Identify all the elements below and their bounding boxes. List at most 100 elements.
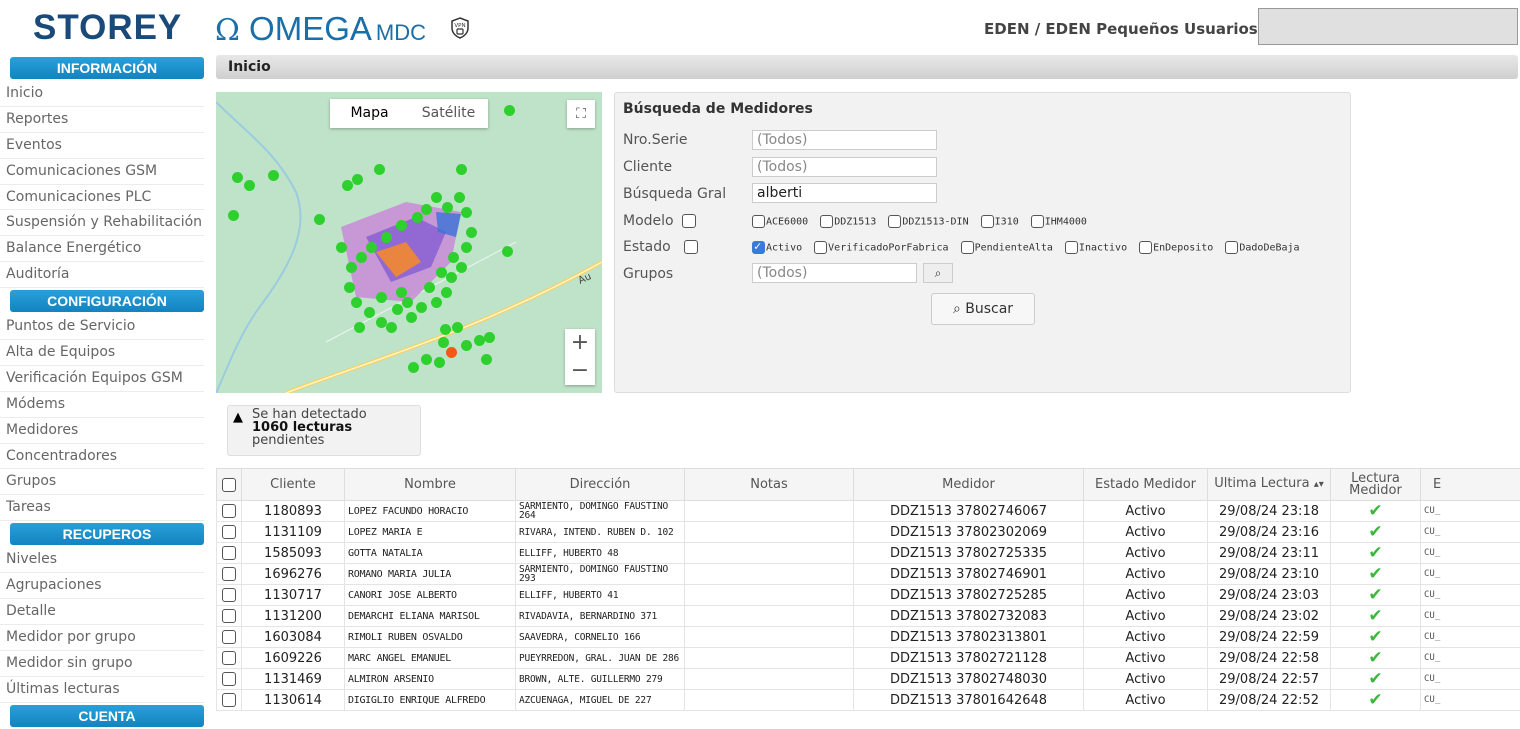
state-option[interactable]: DadoDeBaja [1225,241,1299,254]
state-checkbox[interactable] [1225,241,1238,254]
map-marker[interactable] [442,202,453,213]
col-notas[interactable]: Notas [685,469,854,501]
sidebar-item-reportes[interactable]: Reportes [0,107,204,133]
map-marker[interactable] [346,262,357,273]
sidebar-item-medidores[interactable]: Medidores [0,418,204,444]
map-marker[interactable] [364,307,375,318]
sidebar-item-puntos-servicio[interactable]: Puntos de Servicio [0,314,204,340]
row-checkbox[interactable] [222,609,236,623]
map-marker[interactable] [376,292,387,303]
table-row[interactable]: 1609226MARC ANGEL EMANUELPUEYRREDON, GRA… [217,648,1520,669]
user-box[interactable] [1258,8,1518,45]
tab-mapa[interactable]: Mapa [330,99,409,128]
tab-satelite[interactable]: Satélite [409,99,488,128]
meter-map[interactable]: Au Mapa Satélite ⛶ + − [216,92,602,393]
map-marker[interactable] [481,354,492,365]
sidebar-item-niveles[interactable]: Niveles [0,547,204,573]
cell-medidor[interactable]: DDZ1513 37802302069 [854,522,1084,543]
cell-medidor[interactable]: DDZ1513 37802746901 [854,564,1084,585]
groups-search-icon[interactable]: ⌕ [923,263,953,283]
map-marker[interactable] [440,324,451,335]
sidebar-item-grupos[interactable]: Grupos [0,469,204,495]
map-marker[interactable] [228,210,239,221]
map-marker[interactable] [336,242,347,253]
col-direccion[interactable]: Dirección [516,469,685,501]
model-option[interactable]: DDZ1513-DIN [888,215,968,228]
map-marker[interactable] [461,340,472,351]
sidebar-item-tareas[interactable]: Tareas [0,495,204,521]
table-row[interactable]: 1131109LOPEZ MARIA ERIVARA, INTEND. RUBE… [217,522,1520,543]
map-marker[interactable] [366,242,377,253]
state-option[interactable]: VerificadoPorFabrica [814,241,948,254]
map-marker[interactable] [356,252,367,263]
state-checkbox[interactable] [1065,241,1078,254]
cell-medidor[interactable]: DDZ1513 37802721128 [854,648,1084,669]
row-checkbox[interactable] [222,525,236,539]
model-checkbox[interactable] [820,215,833,228]
table-row[interactable]: 1130614DIGIGLIO ENRIQUE ALFREDOAZCUENAGA… [217,690,1520,711]
client-input[interactable]: (Todos) [752,157,937,177]
sidebar-item-comunicaciones-plc[interactable]: Comunicaciones PLC [0,185,204,211]
col-estado-medidor[interactable]: Estado Medidor [1084,469,1208,501]
general-search-input[interactable]: alberti [752,183,937,203]
col-ultima-lectura[interactable]: Ultima Lectura ▴▾ [1208,469,1331,501]
map-marker[interactable] [461,207,472,218]
map-marker[interactable] [232,172,243,183]
row-checkbox[interactable] [222,546,236,560]
row-checkbox[interactable] [222,693,236,707]
model-option[interactable]: IHM4000 [1031,215,1087,228]
serial-input[interactable]: (Todos) [752,130,937,150]
map-marker[interactable] [446,347,457,358]
row-checkbox[interactable] [222,651,236,665]
sidebar-item-suspension[interactable]: Suspensión y Rehabilitación [0,210,204,236]
map-marker[interactable] [431,297,442,308]
state-all-checkbox[interactable] [684,240,698,254]
map-marker[interactable] [351,297,362,308]
cell-medidor[interactable]: DDZ1513 37802725285 [854,585,1084,606]
map-marker[interactable] [408,362,419,373]
table-row[interactable]: 1180893LOPEZ FACUNDO HORACIOSARMIENTO, D… [217,501,1520,522]
model-checkbox[interactable] [981,215,994,228]
map-marker[interactable] [406,312,417,323]
map-marker[interactable] [431,192,442,203]
map-marker[interactable] [396,220,407,231]
vpn-shield-icon[interactable]: VPN [450,17,470,39]
map-marker[interactable] [392,304,403,315]
row-checkbox[interactable] [222,630,236,644]
sidebar-item-eventos[interactable]: Eventos [0,133,204,159]
map-marker[interactable] [424,282,435,293]
search-button[interactable]: ⌕ Buscar [931,293,1035,325]
map-marker[interactable] [484,332,495,343]
state-checkbox[interactable] [1139,241,1152,254]
map-marker[interactable] [452,322,463,333]
map-marker[interactable] [454,192,465,203]
model-all-checkbox[interactable] [682,214,696,228]
map-marker[interactable] [412,212,423,223]
select-all-checkbox[interactable] [222,478,236,492]
model-checkbox[interactable] [752,215,765,228]
map-marker[interactable] [268,170,279,181]
map-marker[interactable] [344,282,355,293]
map-marker[interactable] [448,252,459,263]
col-medidor[interactable]: Medidor [854,469,1084,501]
cell-medidor[interactable]: DDZ1513 37802313801 [854,627,1084,648]
sort-desc-icon[interactable]: ▴▾ [1314,479,1324,490]
map-marker[interactable] [461,242,472,253]
model-option[interactable]: DDZ1513 [820,215,876,228]
map-marker[interactable] [434,357,445,368]
sidebar-item-agrupaciones[interactable]: Agrupaciones [0,573,204,599]
state-checkbox[interactable] [961,241,974,254]
model-option[interactable]: ACE6000 [752,215,808,228]
map-marker[interactable] [374,164,385,175]
map-marker[interactable] [381,232,392,243]
map-marker[interactable] [441,287,452,298]
map-marker[interactable] [354,322,365,333]
col-lectura-medidor[interactable]: Lectura Medidor [1331,469,1421,501]
map-marker[interactable] [438,337,449,348]
table-row[interactable]: 1130717CANORI JOSE ALBERTOELLIFF, HUBERT… [217,585,1520,606]
sidebar-item-medidor-por-grupo[interactable]: Medidor por grupo [0,625,204,651]
state-option[interactable]: Activo [752,241,802,254]
sidebar-item-concentradores[interactable]: Concentradores [0,444,204,470]
row-checkbox[interactable] [222,504,236,518]
map-marker[interactable] [502,246,513,257]
